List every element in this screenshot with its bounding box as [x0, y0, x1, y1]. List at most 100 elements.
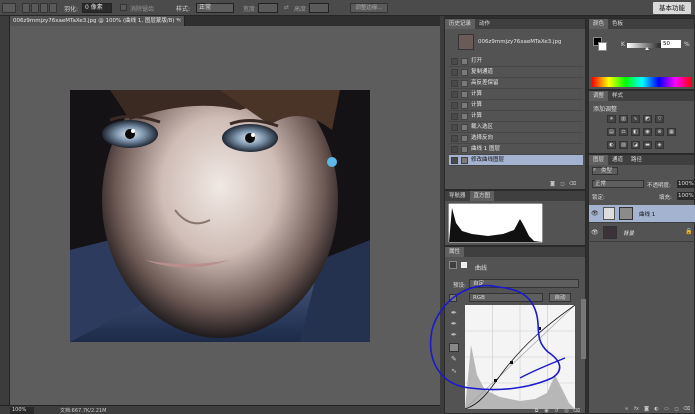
tab-swatches[interactable]: 色板	[608, 19, 627, 29]
history-item[interactable]: 打开	[449, 56, 583, 67]
mask-icon[interactable]	[460, 261, 468, 269]
history-checkbox[interactable]	[451, 69, 458, 76]
photo-filter-icon[interactable]: ◉	[643, 128, 652, 136]
white-eyedropper-icon[interactable]: ✒	[451, 331, 459, 339]
tab-histogram[interactable]: 直方图	[469, 191, 495, 201]
history-checkbox[interactable]	[451, 146, 458, 153]
curve-point-tool-icon[interactable]	[449, 343, 459, 352]
history-checkbox[interactable]	[451, 113, 458, 120]
history-item[interactable]: 计算	[449, 100, 583, 111]
visibility-icon[interactable]: ◎	[563, 408, 570, 414]
tab-adjustments[interactable]: 调整	[589, 91, 609, 101]
pencil-icon[interactable]: ✎	[451, 355, 459, 363]
new-document-icon[interactable]: ◻	[559, 181, 566, 187]
feather-input[interactable]: 0 像素	[82, 3, 112, 13]
gray-eyedropper-icon[interactable]: ✒	[451, 320, 459, 328]
add-mask-icon[interactable]: ◙	[643, 406, 650, 412]
hue-saturation-icon[interactable]: ▤	[607, 128, 616, 136]
threshold-icon[interactable]: ◪	[631, 141, 640, 149]
tab-channels[interactable]: 通道	[608, 155, 627, 165]
close-icon[interactable]: ×	[177, 16, 182, 26]
layer-mask-thumbnail[interactable]	[619, 207, 633, 220]
history-item[interactable]: 曲线 1 图层	[449, 144, 583, 155]
history-snapshot[interactable]: 006z9mmjzy76xaeMTaXe3.jpg	[448, 33, 582, 53]
history-item[interactable]: 计算	[449, 89, 583, 100]
view-previous-icon[interactable]: ◉	[543, 408, 550, 414]
history-item[interactable]: 载入选区	[449, 122, 583, 133]
fill-input[interactable]: 100%	[677, 192, 695, 200]
color-lookup-icon[interactable]: ▦	[667, 128, 676, 136]
curves-graph[interactable]	[465, 305, 575, 409]
intersect-selection-icon[interactable]	[49, 3, 57, 13]
tool-preset-picker[interactable]	[2, 3, 16, 13]
link-layers-icon[interactable]: ∞	[623, 406, 630, 412]
trash-icon[interactable]: ⌫	[569, 181, 576, 187]
delete-icon[interactable]: ⌫	[573, 408, 580, 414]
gradient-map-icon[interactable]: ▬	[643, 141, 652, 149]
zoom-field[interactable]: 100%	[10, 407, 34, 414]
invert-icon[interactable]: ◐	[607, 141, 616, 149]
k-value-input[interactable]: 50	[661, 40, 681, 48]
tab-color[interactable]: 颜色	[589, 19, 609, 29]
history-checkbox[interactable]	[451, 91, 458, 98]
channel-select[interactable]: RGB	[469, 293, 543, 302]
history-checkbox[interactable]	[451, 124, 458, 131]
color-balance-icon[interactable]: ⚖	[619, 128, 628, 136]
tab-history[interactable]: 历史记录	[445, 19, 476, 29]
clip-icon[interactable]: ⧉	[533, 408, 540, 414]
workspace-switcher[interactable]: 基本功能	[653, 2, 691, 14]
history-checkbox[interactable]	[451, 80, 458, 87]
preset-select[interactable]: 自定	[469, 279, 579, 288]
channel-mixer-icon[interactable]: ⊕	[655, 128, 664, 136]
tab-actions[interactable]: 动作	[475, 19, 494, 29]
opacity-input[interactable]: 100%	[677, 180, 695, 188]
tab-navigator[interactable]: 导航器	[445, 191, 470, 201]
k-slider-thumb[interactable]	[645, 47, 649, 50]
new-snapshot-icon[interactable]: ◙	[549, 181, 556, 187]
new-selection-icon[interactable]	[22, 3, 30, 13]
history-item[interactable]: 选择反向	[449, 133, 583, 144]
swap-icon[interactable]: ⇄	[284, 4, 289, 11]
black-eyedropper-icon[interactable]: ✒	[451, 309, 459, 317]
history-item[interactable]: 修改曲线图层	[449, 155, 583, 166]
brightness-icon[interactable]: ☀	[607, 115, 616, 123]
history-checkbox[interactable]	[451, 102, 458, 109]
tab-properties[interactable]: 属性	[445, 247, 465, 257]
exposure-icon[interactable]: ◩	[643, 115, 652, 123]
history-checkbox[interactable]	[451, 157, 458, 164]
eye-icon[interactable]: 👁	[591, 229, 599, 236]
layer-name[interactable]: 曲线 1	[639, 210, 655, 218]
tab-styles[interactable]: 样式	[608, 91, 627, 101]
history-checkbox[interactable]	[451, 58, 458, 65]
history-item[interactable]: 计算	[449, 111, 583, 122]
color-spectrum[interactable]	[592, 77, 692, 87]
selective-color-icon[interactable]: ◈	[655, 141, 664, 149]
document-tab[interactable]: 006z9mmjzy76xaeMTaXe3.jpg @ 100% (曲线 1, …	[10, 16, 185, 26]
auto-button[interactable]: 自动	[549, 293, 571, 302]
tab-layers[interactable]: 图层	[589, 155, 609, 165]
eye-icon[interactable]: 👁	[591, 210, 599, 217]
document-info[interactable]: 文档:667.7K/2.21M	[60, 407, 106, 414]
new-adjustment-icon[interactable]: ◐	[653, 406, 660, 412]
new-layer-icon[interactable]: ◻	[673, 406, 680, 412]
document-image[interactable]	[70, 90, 370, 342]
layer-row-background[interactable]: 👁 背景 🔒	[589, 224, 695, 242]
refine-edge-button[interactable]: 调整边缘...	[350, 3, 388, 13]
blend-mode-select[interactable]: 正常	[592, 180, 644, 188]
posterize-icon[interactable]: ▨	[619, 141, 628, 149]
height-input[interactable]	[309, 3, 329, 13]
history-item[interactable]: 高反差保留	[449, 78, 583, 89]
layer-name[interactable]: 背景	[623, 229, 634, 237]
history-checkbox[interactable]	[451, 135, 458, 142]
new-group-icon[interactable]: ▭	[663, 406, 670, 412]
target-adjust-icon[interactable]	[449, 294, 457, 302]
add-selection-icon[interactable]	[31, 3, 39, 13]
width-input[interactable]	[258, 3, 278, 13]
delete-layer-icon[interactable]: ⌫	[683, 406, 690, 412]
levels-icon[interactable]: ▥	[619, 115, 628, 123]
background-color-swatch[interactable]	[598, 42, 607, 51]
vibrance-icon[interactable]: ▽	[655, 115, 664, 123]
curves-adjust-icon[interactable]: ∿	[631, 115, 640, 123]
history-item[interactable]: 复制通道	[449, 67, 583, 78]
properties-scrollbar[interactable]	[581, 299, 586, 359]
